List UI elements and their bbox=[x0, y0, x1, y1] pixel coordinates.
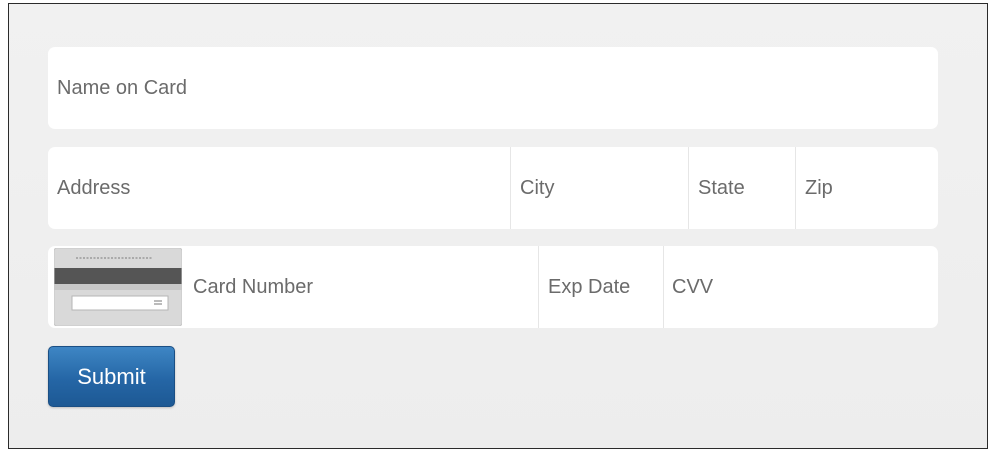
zip-input[interactable]: Zip bbox=[796, 147, 938, 229]
address-placeholder: Address bbox=[57, 176, 131, 199]
exp-date-input[interactable]: Exp Date bbox=[539, 246, 664, 328]
city-input[interactable]: City bbox=[511, 147, 689, 229]
city-placeholder: City bbox=[520, 176, 555, 199]
submit-button[interactable]: Submit bbox=[48, 346, 175, 407]
name-on-card-placeholder: Name on Card bbox=[57, 76, 188, 99]
exp-date-placeholder: Exp Date bbox=[548, 275, 631, 298]
submit-button-label: Submit bbox=[77, 363, 146, 389]
cvv-placeholder: CVV bbox=[672, 275, 714, 298]
cvv-input[interactable]: CVV bbox=[664, 246, 938, 328]
address-row: Address City State Zip bbox=[48, 147, 938, 229]
zip-placeholder: Zip bbox=[805, 176, 833, 199]
address-input[interactable]: Address bbox=[48, 147, 511, 229]
card-number-placeholder: Card Number bbox=[193, 275, 314, 298]
payment-form-panel: Name on Card Address City State Zip Card… bbox=[8, 3, 988, 449]
name-on-card-input[interactable]: Name on Card bbox=[48, 47, 938, 129]
state-placeholder: State bbox=[698, 176, 745, 199]
state-input[interactable]: State bbox=[689, 147, 796, 229]
card-row: Card Number Exp Date CVV bbox=[48, 246, 938, 328]
card-number-input[interactable]: Card Number bbox=[188, 246, 539, 328]
name-row: Name on Card bbox=[48, 47, 938, 129]
credit-card-back-icon bbox=[48, 246, 188, 328]
